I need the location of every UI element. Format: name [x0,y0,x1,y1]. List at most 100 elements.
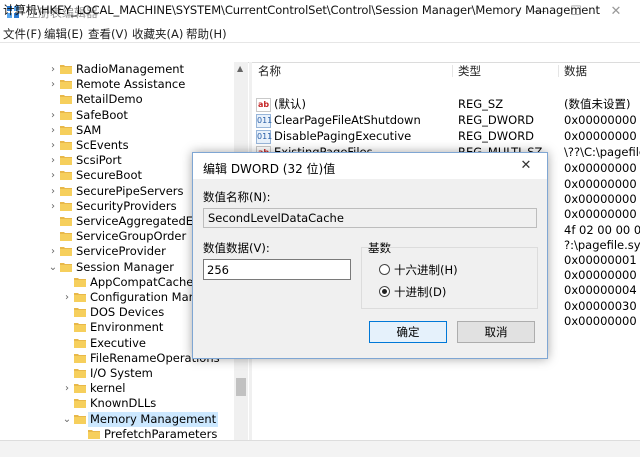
value-type: REG_DWORD [458,129,535,143]
tree-node-label: AppCompatCache [90,274,194,289]
dialog-close-button[interactable]: ✕ [515,157,537,175]
tree-node-label: ServiceProvider [76,244,166,259]
value-data-cell: 0x00000000 (0 [564,192,640,207]
tree-scroll-thumb[interactable] [236,378,246,396]
value-data-label: 数值数据(V): [203,241,270,255]
tree-node-label: ScsiPort [76,153,122,168]
folder-icon [60,171,72,181]
value-row[interactable]: 011 ClearPageFileAtShutdown REG_DWORD 0x000… [252,112,640,128]
chevron-right-icon[interactable] [62,336,72,351]
folder-icon [60,262,72,272]
chevron-right-icon[interactable]: › [62,381,72,396]
tree-node-label: Executive [90,335,146,350]
chevron-right-icon[interactable] [76,427,86,440]
folder-icon [74,338,86,348]
chevron-right-icon[interactable]: › [48,168,58,183]
folder-icon [60,201,72,211]
chevron-right-icon[interactable]: › [48,153,58,168]
tree-node-label: ScEvents [76,138,129,152]
cancel-button[interactable]: 取消 [457,321,535,343]
value-data-input[interactable] [203,259,351,280]
scroll-up-icon[interactable]: ▲ [237,64,243,73]
string-value-icon: ab [256,98,271,112]
tree-node-label: Environment [90,320,164,335]
chevron-right-icon[interactable] [62,351,72,366]
folder-icon [60,141,72,150]
folder-icon [74,308,86,318]
value-data-cell: 0x00000004 (4 [564,283,640,298]
hex-radio-label[interactable]: 十六进制(H) [394,262,458,278]
chevron-right-icon[interactable] [48,214,58,229]
folder-icon [74,293,86,302]
tree-node-label: SafeBoot [76,107,128,122]
folder-icon [60,186,72,196]
value-row[interactable]: 011 DisablePagingExecutive REG_DWORD 0x0000… [252,128,640,144]
folder-icon [60,65,72,74]
folder-icon [60,110,72,120]
tree-node-label: ServiceGroupOrder [76,229,187,244]
value-data: 0x00000000 (0 [564,129,640,143]
value-data: (数值未设置) [564,97,631,111]
menu-view[interactable]: 查看(V) [88,26,128,42]
hex-radio[interactable] [379,264,390,275]
address-path: 计算机\HKEY_LOCAL_MACHINE\SYSTEM\CurrentCon… [3,3,600,17]
column-header-name[interactable]: 名称 [258,62,281,80]
menu-file[interactable]: 文件(F) [3,26,42,42]
folder-icon [74,323,86,333]
value-row[interactable]: ab (默认) REG_SZ (数值未设置) [252,96,640,112]
chevron-right-icon[interactable]: › [48,199,58,214]
tree-node-label: PrefetchParameters [104,426,218,440]
tree-node-label: Memory Management [88,411,219,427]
column-header-data[interactable]: 数据 [564,62,587,80]
folder-icon [60,125,72,135]
radio-selected-dot [382,289,387,294]
menu-edit[interactable]: 编辑(E) [44,26,83,42]
folder-icon [60,95,72,105]
chevron-right-icon[interactable]: › [48,108,58,123]
chevron-right-icon[interactable]: › [48,244,58,259]
chevron-right-icon[interactable] [48,229,58,244]
value-data-cell: 4f 02 00 00 0e [564,222,640,237]
tree-node-label: SecurityProviders [76,198,177,213]
value-data-cell: ?:\pagefile.sys [564,237,640,252]
chevron-down-icon[interactable]: ⌄ [48,260,58,275]
chevron-right-icon[interactable] [62,320,72,335]
tree-node-label: SAM [76,122,102,137]
value-name: (默认) [274,97,306,111]
folder-icon [74,277,86,287]
chevron-right-icon[interactable]: › [48,123,58,138]
tree-node-label: I/O System [90,366,153,380]
chevron-right-icon[interactable] [48,92,58,107]
close-button[interactable]: ✕ [606,2,626,22]
address-bar[interactable] [0,42,640,63]
ok-button[interactable]: 确定 [369,321,447,343]
tree-node-label: SecureBoot [76,168,143,183]
decimal-radio-label[interactable]: 十进制(D) [394,284,446,300]
value-type: REG_DWORD [458,113,535,127]
chevron-right-icon[interactable]: › [48,77,58,92]
value-name: DisablePagingExecutive [274,129,412,143]
base-group [361,247,538,309]
chevron-right-icon[interactable]: › [48,62,58,77]
chevron-down-icon[interactable]: ⌄ [62,412,72,427]
chevron-right-icon[interactable] [62,275,72,290]
menu-favorites[interactable]: 收藏夹(A) [132,26,183,42]
chevron-right-icon[interactable] [62,396,72,411]
column-header-type[interactable]: 类型 [458,62,481,80]
value-name-label: 数值名称(N): [203,190,271,204]
value-data: \??\C:\pagefile [564,145,640,159]
decimal-radio[interactable] [379,286,390,297]
menu-help[interactable]: 帮助(H) [186,26,227,42]
folder-icon [88,429,100,439]
folder-icon [60,232,72,242]
binary-value-icon: 011 [256,114,272,128]
folder-icon [60,247,72,257]
value-name: ClearPageFileAtShutdown [274,113,421,127]
chevron-right-icon[interactable]: › [48,184,58,199]
chevron-right-icon[interactable]: › [48,138,58,153]
value-name-field[interactable] [203,208,537,228]
chevron-right-icon[interactable] [62,305,72,320]
chevron-right-icon[interactable] [62,366,72,381]
dialog-title: 编辑 DWORD (32 位)值 [203,162,336,176]
chevron-right-icon[interactable]: › [62,290,72,305]
